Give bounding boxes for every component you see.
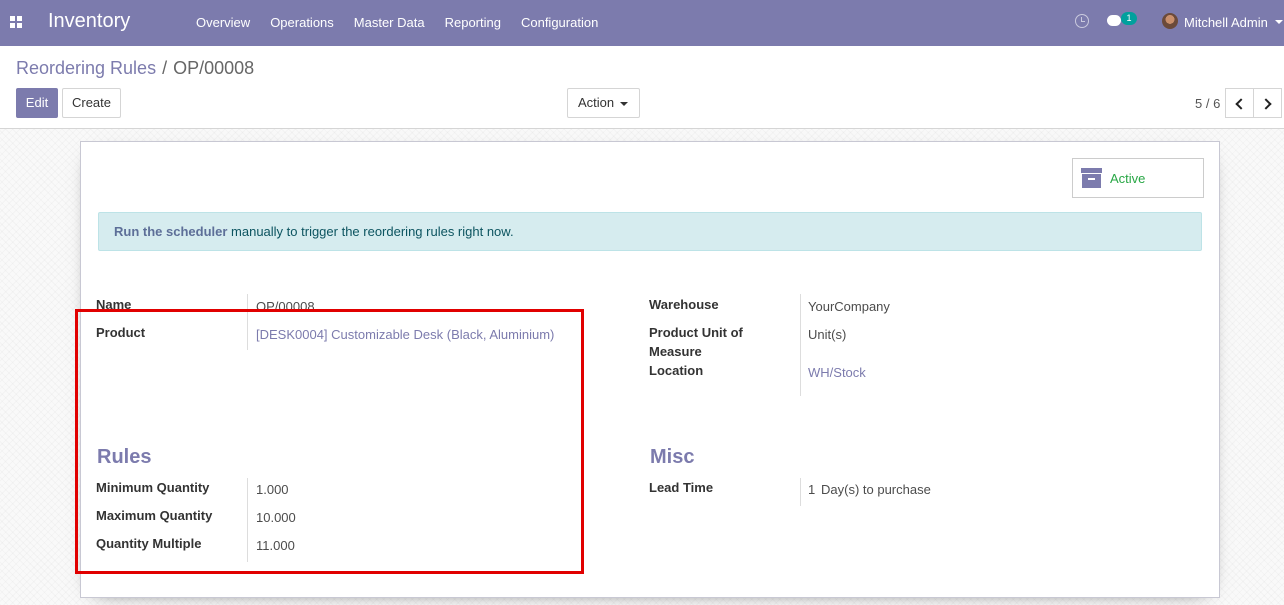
user-avatar[interactable] <box>1162 13 1178 29</box>
user-menu-caret-icon[interactable] <box>1275 20 1283 24</box>
location-label: Location <box>649 363 704 378</box>
user-name[interactable]: Mitchell Admin <box>1184 15 1268 30</box>
active-toggle-button[interactable]: Active <box>1072 158 1204 198</box>
location-link[interactable]: WH/Stock <box>808 365 866 380</box>
create-button[interactable]: Create <box>62 88 121 118</box>
caret-down-icon <box>620 102 628 106</box>
lead-time-field: 1 <box>808 482 816 497</box>
pager-next-button[interactable] <box>1253 88 1282 118</box>
uom-field: Unit(s) <box>808 327 847 342</box>
action-dropdown-button[interactable]: Action <box>567 88 640 118</box>
activity-clock-icon[interactable] <box>1075 14 1089 28</box>
breadcrumb-separator: / <box>162 58 168 78</box>
menu-item-operations[interactable]: Operations <box>260 15 344 30</box>
field-divider <box>800 478 801 506</box>
active-label: Active <box>1110 171 1146 186</box>
chat-counter-badge: 1 <box>1121 12 1137 25</box>
alert-text: manually to trigger the reordering rules… <box>227 224 514 239</box>
pager-value[interactable]: 5 / 6 <box>1195 96 1220 111</box>
top-navbar: Inventory Overview Operations Master Dat… <box>0 0 1284 46</box>
highlight-annotation-box <box>75 309 584 574</box>
warehouse-field: YourCompany <box>808 299 890 314</box>
lead-time-label: Lead Time <box>649 480 714 495</box>
breadcrumb-parent-link[interactable]: Reordering Rules <box>16 58 156 78</box>
main-menu: Overview Operations Master Data Reportin… <box>186 15 608 30</box>
action-button-label: Action <box>578 95 615 110</box>
archive-icon <box>1081 168 1102 188</box>
lead-time-unit: Day(s) to purchase <box>821 482 931 497</box>
menu-item-reporting[interactable]: Reporting <box>435 15 511 30</box>
chevron-right-icon <box>1260 98 1272 110</box>
menu-item-overview[interactable]: Overview <box>186 15 260 30</box>
control-panel: Reordering Rules / OP/00008 Edit Create Ac… <box>0 46 1284 129</box>
pager-previous-button[interactable] <box>1225 88 1254 118</box>
breadcrumb: Reordering Rules / OP/00008 <box>16 58 254 79</box>
breadcrumb-current: OP/00008 <box>173 58 255 78</box>
edit-button[interactable]: Edit <box>16 88 58 118</box>
apps-menu-icon[interactable] <box>10 16 22 28</box>
menu-item-configuration[interactable]: Configuration <box>511 15 608 30</box>
uom-label-line1: Product Unit of <box>649 325 743 340</box>
chevron-left-icon <box>1235 98 1247 110</box>
chat-icon[interactable] <box>1107 15 1121 26</box>
warehouse-label: Warehouse <box>649 297 719 312</box>
scheduler-alert: Run the scheduler manually to trigger th… <box>98 212 1202 251</box>
uom-label-line2: Measure <box>649 344 702 359</box>
misc-section-title: Misc <box>650 446 695 468</box>
field-divider <box>800 294 801 396</box>
menu-item-master-data[interactable]: Master Data <box>344 15 435 30</box>
run-scheduler-link[interactable]: Run the scheduler <box>114 224 227 239</box>
app-name[interactable]: Inventory <box>48 10 130 33</box>
